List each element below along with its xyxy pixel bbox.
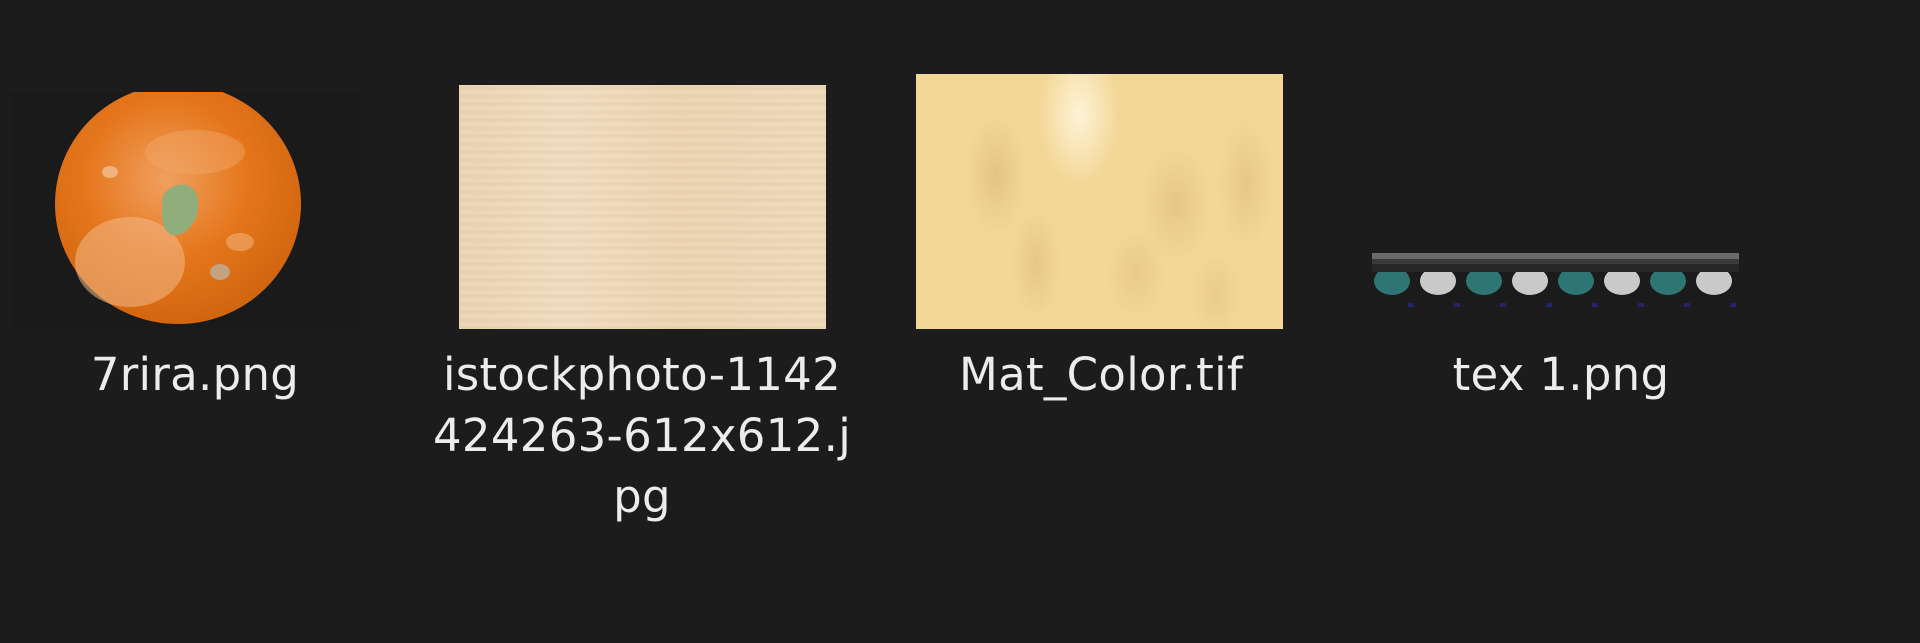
file-name-line: tex 1.png xyxy=(1452,348,1670,401)
file-name: Mat_Color.tif xyxy=(891,344,1311,405)
file-item-7rira[interactable]: 7rira.png xyxy=(0,0,405,560)
file-name: tex 1.png xyxy=(1351,344,1771,405)
file-name-line: pg xyxy=(613,470,671,523)
shelf-balls-image xyxy=(1372,253,1739,307)
light-wood-texture-thumbnail xyxy=(459,85,826,329)
file-grid: 7rira.png istockphoto-1142 424263-612x61… xyxy=(0,0,1920,643)
file-name-line: Mat_Color.tif xyxy=(958,348,1244,401)
shelf-balls-texture-thumbnail xyxy=(1372,237,1739,329)
file-name-line: istockphoto-1142 xyxy=(442,348,842,401)
file-item-mat-color[interactable]: Mat_Color.tif xyxy=(891,0,1311,560)
orange-texture-image xyxy=(55,92,301,324)
file-name: 7rira.png xyxy=(0,344,405,405)
pale-yellow-material-thumbnail xyxy=(916,74,1283,329)
file-name: istockphoto-1142 424263-612x612.j pg xyxy=(432,344,852,527)
orange-texture-thumbnail xyxy=(10,92,360,329)
file-name-line: 424263-612x612.j xyxy=(432,409,852,462)
file-name-line: 7rira.png xyxy=(90,348,300,401)
file-item-istockphoto[interactable]: istockphoto-1142 424263-612x612.j pg xyxy=(432,0,852,560)
file-item-tex-1[interactable]: tex 1.png xyxy=(1351,0,1771,560)
